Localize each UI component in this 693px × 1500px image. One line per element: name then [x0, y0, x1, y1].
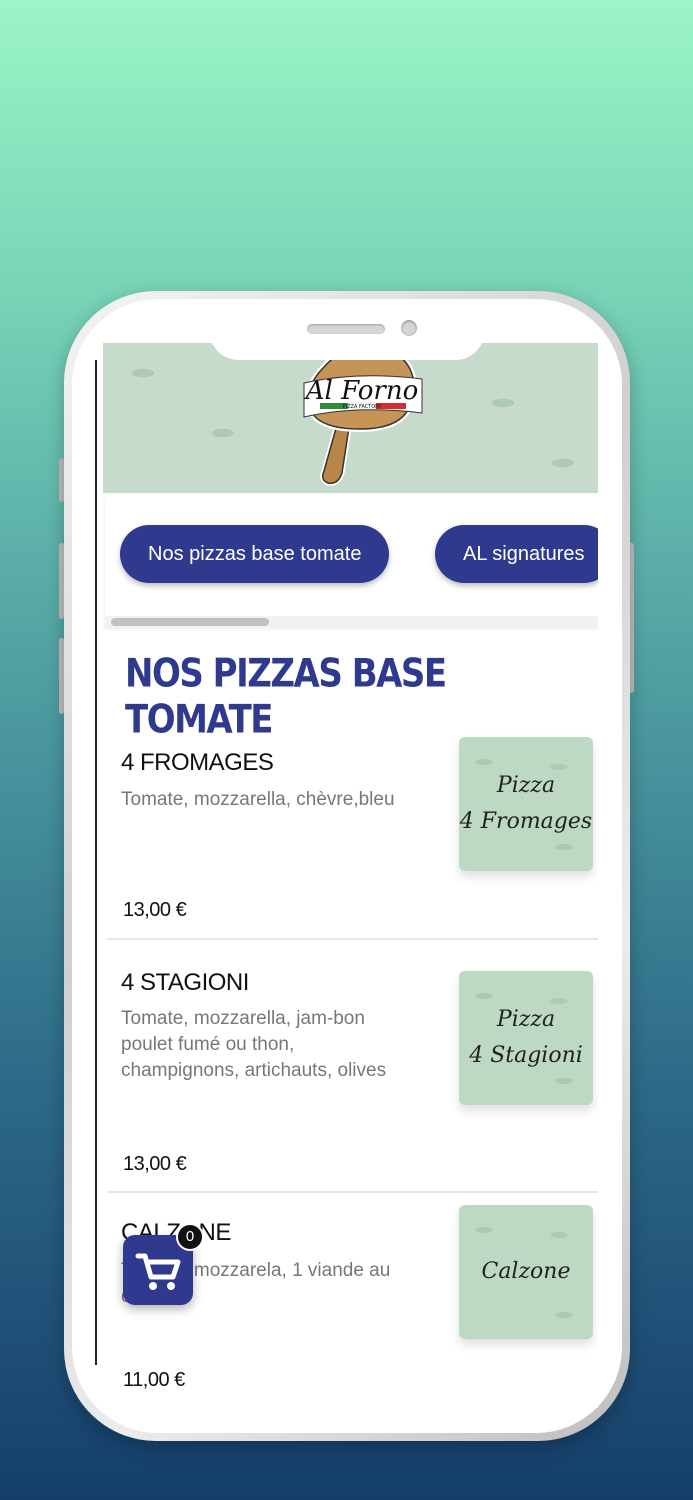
item-name: 4 STAGIONI — [121, 969, 249, 996]
item-image[interactable]: Pizza 4 Stagioni — [459, 971, 593, 1105]
screen-edge — [95, 360, 97, 1365]
item-image[interactable]: Calzone — [459, 1205, 593, 1339]
item-divider — [107, 938, 598, 940]
horizontal-scrollbar[interactable] — [105, 616, 598, 627]
logo-subtext: PIZZA FACTORY — [343, 404, 383, 410]
item-price: 13,00 € — [123, 1153, 187, 1175]
category-pill-al-signatures[interactable]: AL signatures — [435, 525, 598, 583]
app-screen: Al Forno PIZZA FACTORY Nos pizzas base t… — [103, 343, 598, 1408]
item-description: Tomate, mozzarella, chèvre,bleu — [121, 789, 395, 810]
item-divider — [107, 1191, 598, 1193]
logo-text: Al Forno — [304, 376, 418, 406]
item-name: 4 FROMAGES — [121, 749, 274, 776]
item-price: 13,00 € — [123, 899, 187, 921]
category-pill-pizzas-base-tomate[interactable]: Nos pizzas base tomate — [120, 525, 390, 583]
category-scroller[interactable]: Nos pizzas base tomate AL signatures — [105, 495, 598, 627]
header-banner: Al Forno PIZZA FACTORY — [103, 343, 598, 493]
al-forno-logo[interactable]: Al Forno PIZZA FACTORY — [298, 343, 428, 491]
item-description: Tomate, mozzarella, jam-bon poulet fumé … — [121, 1008, 387, 1081]
item-price: 11,00 € — [123, 1369, 185, 1391]
phone-speaker — [307, 324, 385, 334]
scrollbar-thumb[interactable] — [111, 618, 269, 626]
cart-count-badge: 0 — [176, 1223, 204, 1251]
phone-camera — [401, 320, 417, 336]
section-title: NOS PIZZAS BASE TOMATE — [125, 651, 447, 743]
item-image[interactable]: Pizza 4 Fromages — [459, 737, 593, 871]
